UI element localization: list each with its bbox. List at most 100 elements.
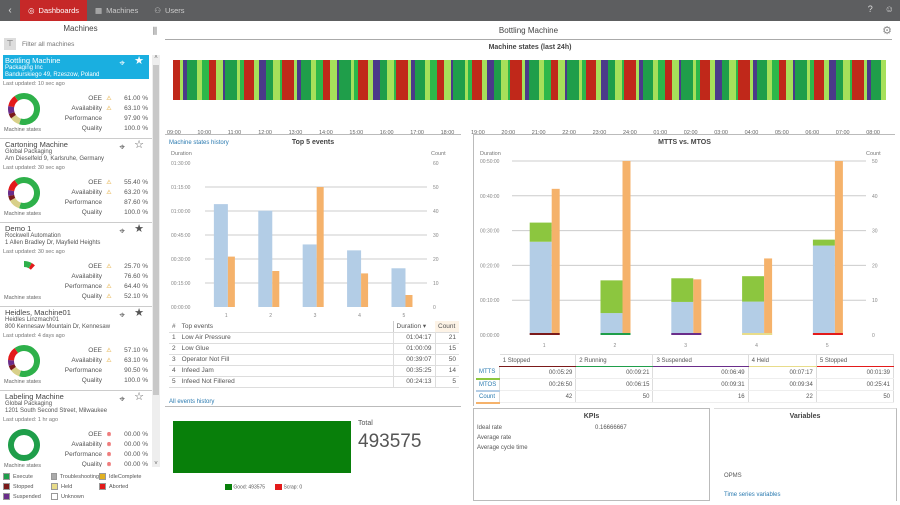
machine-card-header[interactable]: Heidles, Machine01 Heidles Linzmach01 80…	[3, 307, 149, 331]
col-duration[interactable]: Duration ▾	[392, 321, 435, 333]
table-row[interactable]: 2 Low Glue 01:00:09 15	[169, 343, 459, 355]
location-pin-icon[interactable]: ⌖	[119, 143, 125, 152]
y-tick-label: 00:30:00	[171, 257, 191, 263]
machine-card[interactable]: Cartoning Machine Global Packaging Am Di…	[0, 139, 152, 223]
kpi-row: OEE ⚠ 25.70 %	[88, 262, 148, 270]
machine-company: Rockwell Automation	[5, 232, 61, 239]
machine-address: 1201 South Second Street, Milwaukee	[5, 408, 108, 414]
all-events-history-link[interactable]: All events history	[169, 399, 214, 405]
state-segment	[543, 60, 551, 100]
machine-card-header[interactable]: Labeling Machine Global Packaging 1201 S…	[3, 391, 149, 415]
machine-company: Global Packaging	[5, 400, 53, 407]
favorite-star-icon[interactable]: ☆	[134, 140, 144, 150]
category-marker	[812, 333, 843, 335]
sidebar-scrollbar[interactable]: ˄ ˅	[152, 55, 160, 467]
y-tick-label: 00:30:00	[480, 229, 500, 235]
category-header: 2 Running	[575, 354, 654, 367]
mtts-bar	[529, 222, 552, 242]
y2-tick-label: 30	[872, 229, 878, 235]
x-tick-label: 4	[358, 313, 361, 319]
state-segment	[486, 60, 494, 100]
tab-dashboards[interactable]: ◎ Dashboards	[20, 0, 87, 21]
last-updated: Last updated: 4 days ago	[3, 333, 65, 339]
warning-icon: ⚠	[106, 347, 112, 354]
scroll-up-icon[interactable]: ˄	[152, 55, 160, 61]
state-segment	[386, 60, 394, 100]
y2-tick-label: 10	[872, 298, 878, 304]
favorite-star-icon[interactable]: ★	[134, 308, 144, 318]
category-marker	[529, 333, 560, 335]
machine-card-header[interactable]: Bottling Machine Packaging Inc Bandurski…	[3, 55, 149, 79]
machine-states-donut[interactable]	[8, 93, 40, 125]
state-segment	[258, 60, 266, 100]
kpi-row: Availability ⚠ 63.10 %	[71, 104, 148, 112]
state-segment	[700, 60, 708, 100]
col-count[interactable]: Count	[435, 321, 459, 333]
state-segment	[800, 60, 808, 100]
time-series-variables-link[interactable]: Time series variables	[724, 492, 780, 498]
location-pin-icon[interactable]: ⌖	[119, 395, 125, 404]
table-row[interactable]: 4 Infeed Jam 00:35:25 14	[169, 365, 459, 377]
donut-segment	[8, 429, 40, 461]
machine-card[interactable]: Heidles, Machine01 Heidles Linzmach01 80…	[0, 307, 152, 391]
tab-users[interactable]: ⚇ Users	[146, 0, 192, 21]
machine-states-donut[interactable]	[8, 345, 40, 377]
machine-states-timeline[interactable]	[173, 60, 886, 100]
table-row[interactable]: 1 Low Air Pressure 01:04:17 21	[169, 332, 459, 344]
last-updated: Last updated: 10 sec ago	[3, 81, 65, 87]
donut-segment	[8, 194, 16, 201]
variable-item[interactable]: OPMS	[724, 473, 742, 479]
y2-tick-label: 50	[872, 159, 878, 165]
machine-card[interactable]: Labeling Machine Global Packaging 1201 S…	[0, 391, 152, 467]
count-bar	[361, 273, 369, 307]
location-pin-icon[interactable]: ⌖	[119, 227, 125, 236]
table-row[interactable]: 3 Operator Not Fill 00:39:07 50	[169, 354, 459, 366]
machine-card[interactable]: Demo 1 Rockwell Automation 1 Allen Bradl…	[0, 223, 152, 307]
y-tick-label: 01:15:00	[171, 185, 191, 191]
location-pin-icon[interactable]: ⌖	[119, 59, 125, 68]
state-segment	[657, 60, 665, 100]
table-row[interactable]: 5 Infeed Not Fillered 00:24:13 5	[169, 376, 459, 388]
gear-icon[interactable]: ⚙	[882, 22, 892, 41]
back-button[interactable]: ‹	[0, 5, 20, 16]
favorite-star-icon[interactable]: ★	[134, 56, 144, 66]
machine-card-header[interactable]: Demo 1 Rockwell Automation 1 Allen Bradl…	[3, 223, 149, 247]
machine-kpis: OEE ⚠ 25.70 % Availability 76.60 % Performanc…	[43, 261, 148, 301]
filter-icon[interactable]: ⊤	[4, 38, 16, 50]
location-pin-icon[interactable]: ⌖	[119, 311, 125, 320]
warning-icon: ⊗	[106, 441, 112, 448]
category-marker	[742, 333, 773, 335]
machine-states-donut[interactable]	[8, 429, 40, 461]
favorite-star-icon[interactable]: ★	[134, 224, 144, 234]
filter-input[interactable]	[22, 40, 132, 48]
scroll-thumb[interactable]	[153, 65, 159, 395]
machine-address: 800 Kennesaw Mountain Dr, Kennesaw	[5, 324, 111, 330]
help-icon[interactable]: ?	[868, 4, 873, 14]
y2-tick-label: 60	[433, 161, 439, 167]
scroll-down-icon[interactable]: ˅	[152, 461, 160, 467]
machine-kpis: OEE ⚠ 57.10 % Availability ⚠ 63.10 % Performan…	[43, 345, 148, 385]
last-updated: Last updated: 30 sec ago	[3, 165, 65, 171]
kpi-row: Quality ⊗ 00.00 %	[81, 460, 148, 468]
state-segment	[401, 60, 409, 100]
warning-icon: ⚠	[106, 293, 112, 300]
kpi-row: Availability ⚠ 63.10 %	[71, 356, 148, 364]
user-icon[interactable]: ☺	[885, 4, 894, 14]
machine-card-header[interactable]: Cartoning Machine Global Packaging Am Di…	[3, 139, 149, 163]
y-tick-label: 00:20:00	[480, 263, 500, 269]
state-segment	[814, 60, 822, 100]
donut-segment	[8, 111, 16, 119]
favorite-star-icon[interactable]: ☆	[134, 392, 144, 402]
tab-machines[interactable]: ▦ Machines	[87, 0, 146, 21]
category-header: 4 Held	[748, 354, 817, 367]
machine-states-donut[interactable]	[8, 177, 40, 209]
col-name[interactable]: Top events	[178, 321, 393, 333]
machine-card[interactable]: Bottling Machine Packaging Inc Bandurski…	[0, 55, 152, 139]
kpi-row: Ideal rate 0.16666667	[477, 425, 627, 431]
chart-view-icon[interactable]: ⫼	[153, 23, 157, 39]
total-label: Total	[358, 420, 373, 427]
donut-segment	[11, 114, 22, 125]
legend-item: Execute	[3, 473, 51, 480]
machine-states-donut[interactable]	[8, 261, 40, 293]
count-bar	[316, 187, 324, 307]
